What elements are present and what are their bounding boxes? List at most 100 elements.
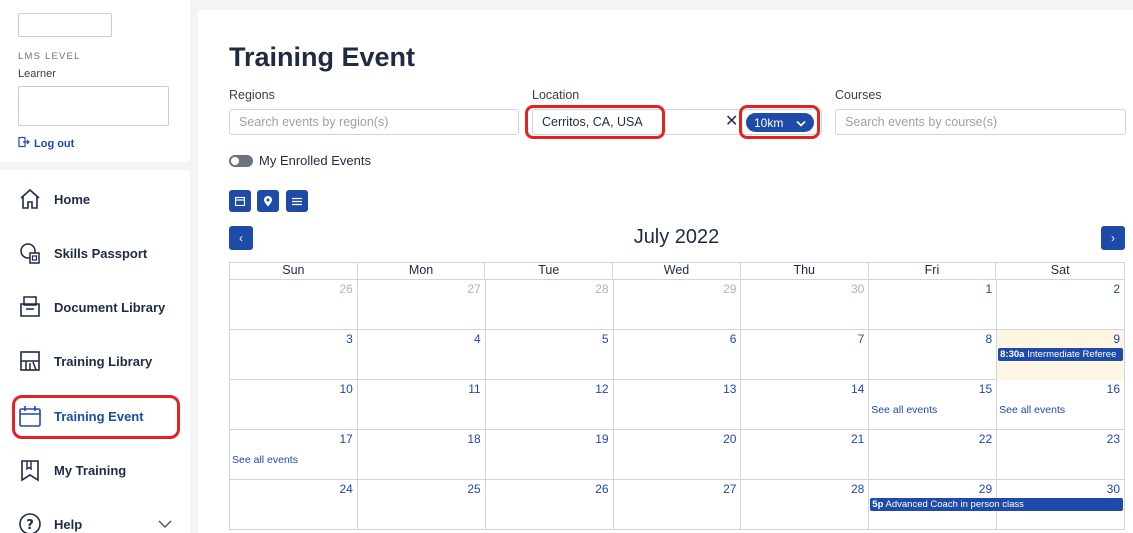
calendar-day-cell[interactable]: 10 [230,380,358,430]
day-number[interactable]: 27 [723,482,736,496]
svg-text:?: ? [26,518,34,533]
logout-link[interactable]: Log out [18,136,74,151]
day-number[interactable]: 28 [595,282,608,296]
day-number[interactable]: 25 [467,482,480,496]
day-number[interactable]: 18 [467,432,480,446]
day-number[interactable]: 3 [346,332,353,346]
calendar-day-cell[interactable]: 27 [358,280,486,330]
calendar-day-cell[interactable]: 9 8:30a Intermediate Referee [997,330,1126,380]
chevron-down-icon[interactable] [158,516,172,532]
calendar-event[interactable]: 8:30a Intermediate Referee [998,348,1124,361]
calendar-day-cell[interactable]: 18 [358,430,486,480]
calendar-day-cell[interactable]: 1 [869,280,998,330]
calendar-day-cell[interactable]: 16 See all events [997,380,1126,430]
clear-location-icon[interactable]: ✕ [725,111,738,131]
next-month-button[interactable]: › [1101,226,1125,250]
sidebar-item-training-library[interactable]: Training Library [18,340,178,382]
calendar-day-cell[interactable]: 4 [358,330,486,380]
day-number[interactable]: 17 [340,432,353,446]
list-view-button[interactable] [286,190,308,212]
calendar-day-cell[interactable]: 26 [230,280,358,330]
calendar-week-row: 10 11 12 13 14 15 See all events 16 See all even… [229,380,1126,430]
calendar-day-cell[interactable]: 5 [486,330,614,380]
day-number[interactable]: 20 [723,432,736,446]
calendar-event[interactable]: 5p Advanced Coach in person class [870,498,1124,511]
calendar-day-cell[interactable]: 13 [614,380,742,430]
day-number[interactable]: 26 [340,282,353,296]
day-number[interactable]: 26 [595,482,608,496]
calendar-day-cell[interactable]: 29 5p Advanced Coach in person class [869,480,1124,530]
calendar-day-cell[interactable]: 27 [614,480,742,530]
sidebar-item-training-event[interactable]: Training Event [18,395,178,437]
calendar-day-cell[interactable]: 6 [614,330,742,380]
sidebar-text-field[interactable] [18,86,169,126]
sidebar-item-document-library[interactable]: Document Library [18,286,178,328]
calendar-day-cell[interactable]: 17 See all events [230,430,358,480]
calendar-day-cell[interactable]: 22 [869,430,998,480]
day-number[interactable]: 28 [851,482,864,496]
calendar-day-cell[interactable]: 28 [741,480,870,530]
calendar-day-cell[interactable]: 14 [741,380,870,430]
day-number[interactable]: 2 [1113,282,1120,296]
calendar-day-cell[interactable]: 19 [486,430,614,480]
regions-search-input[interactable]: Search events by region(s) [229,109,519,135]
day-number[interactable]: 6 [730,332,737,346]
lms-level-label: LMS LEVEL [18,51,81,62]
sidebar-top-field[interactable] [18,13,112,37]
location-value: Cerritos, CA, USA [542,115,643,129]
calendar-day-cell[interactable]: 7 [741,330,870,380]
list-icon [292,197,302,205]
sidebar-item-my-training[interactable]: My Training [18,449,178,491]
map-view-button[interactable] [257,190,279,212]
day-number[interactable]: 4 [474,332,481,346]
day-number[interactable]: 13 [723,382,736,396]
calendar-day-cell[interactable]: 25 [358,480,486,530]
calendar-day-cell[interactable]: 8 [869,330,998,380]
weekday-header: Tue [485,263,614,279]
day-number[interactable]: 11 [468,382,480,396]
day-number[interactable]: 24 [340,482,353,496]
sidebar-item-help[interactable]: ? Help [18,503,178,533]
day-number[interactable]: 7 [858,332,865,346]
day-number[interactable]: 5 [602,332,609,346]
day-number[interactable]: 30 [851,282,864,296]
day-number[interactable]: 27 [467,282,480,296]
day-number[interactable]: 30 [1107,482,1120,496]
day-number[interactable]: 12 [595,382,608,396]
day-number[interactable]: 21 [851,432,864,446]
see-all-events-link[interactable]: See all events [232,454,298,466]
calendar-day-cell[interactable]: 3 [230,330,358,380]
calendar-day-cell[interactable]: 12 [486,380,614,430]
day-number[interactable]: 29 [723,282,736,296]
enrolled-events-toggle[interactable] [229,155,253,167]
day-number[interactable]: 29 [979,482,992,496]
day-number[interactable]: 14 [851,382,864,396]
day-number[interactable]: 23 [1107,432,1120,446]
see-all-events-link[interactable]: See all events [871,404,937,416]
calendar-day-cell[interactable]: 11 [358,380,486,430]
calendar-day-cell[interactable]: 20 [614,430,742,480]
calendar-day-cell[interactable]: 21 [741,430,870,480]
distance-select[interactable]: 10km [746,113,814,132]
sidebar-item-home[interactable]: Home [18,178,178,220]
calendar-day-cell[interactable]: 26 [486,480,614,530]
calendar-day-cell[interactable]: 30 [741,280,870,330]
day-number[interactable]: 19 [595,432,608,446]
calendar-day-cell[interactable]: 29 [614,280,742,330]
day-number[interactable]: 16 [1107,382,1120,396]
calendar-day-cell[interactable]: 23 [997,430,1126,480]
day-number[interactable]: 1 [985,282,992,296]
day-number[interactable]: 10 [340,382,353,396]
calendar-day-cell[interactable]: 2 [997,280,1126,330]
day-number[interactable]: 8 [985,332,992,346]
courses-search-input[interactable]: Search events by course(s) [835,109,1126,135]
day-number[interactable]: 9 [1113,332,1120,346]
calendar-day-cell[interactable]: 15 See all events [869,380,998,430]
calendar-view-button[interactable] [229,190,251,212]
day-number[interactable]: 15 [979,382,992,396]
event-title: Intermediate Referee [1027,349,1117,360]
day-number[interactable]: 22 [979,432,992,446]
see-all-events-link[interactable]: See all events [999,404,1065,416]
calendar-day-cell[interactable]: 28 [486,280,614,330]
calendar-day-cell[interactable]: 24 [230,480,358,530]
